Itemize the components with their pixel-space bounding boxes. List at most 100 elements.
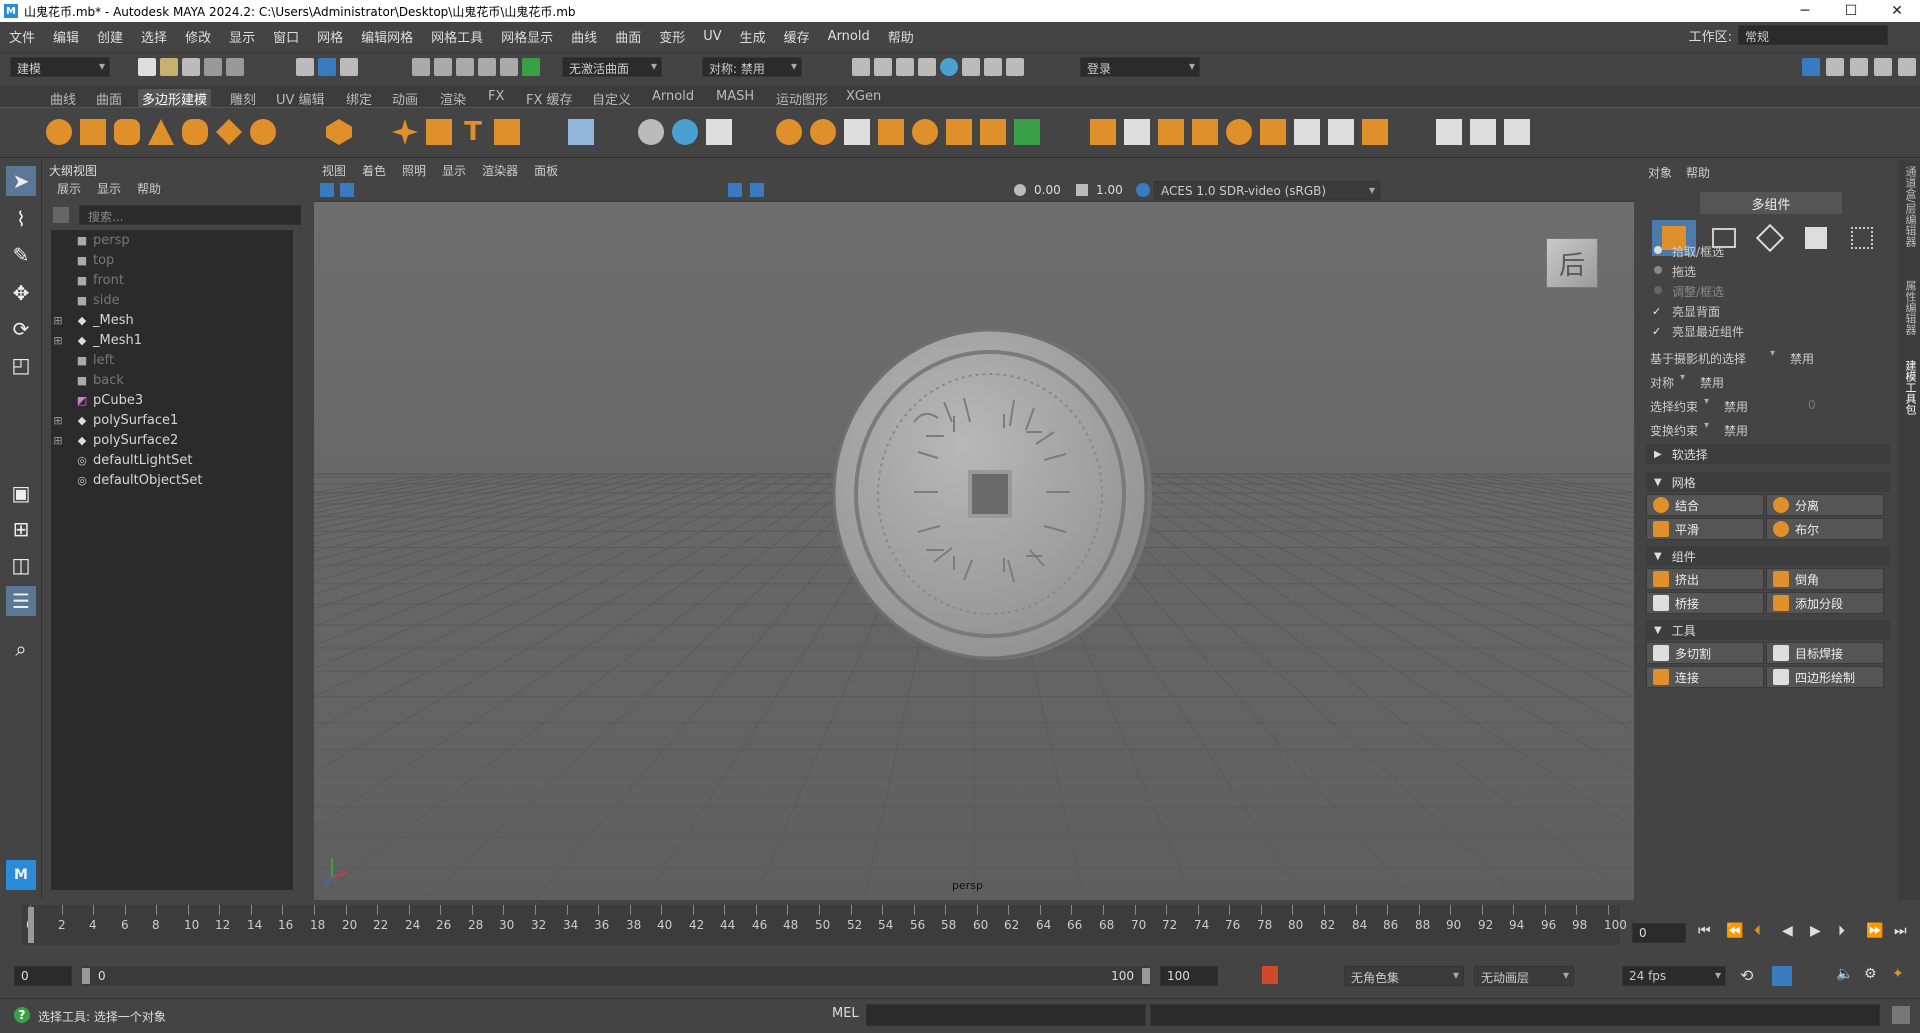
rotate-tool-icon[interactable]: ⟳ <box>6 314 36 344</box>
current-frame-field[interactable]: 0 <box>1632 923 1686 943</box>
close-button[interactable]: ✕ <box>1874 0 1920 22</box>
scale-tool-icon[interactable]: ◰ <box>6 350 36 380</box>
mtk-tab-object[interactable]: 对象 <box>1648 164 1672 181</box>
collapse-icon[interactable] <box>1362 119 1388 145</box>
shelf-tab-sculpting[interactable]: 雕刻 <box>226 89 260 108</box>
menu-file[interactable]: 文件 <box>0 27 44 46</box>
expand-toggle-icon[interactable]: ⊞ <box>51 334 65 347</box>
channel-box-toggle-icon[interactable] <box>1802 58 1820 76</box>
menu-generate[interactable]: 生成 <box>731 27 775 46</box>
outliner-item[interactable]: ■ front <box>51 270 291 290</box>
search-icon[interactable]: ⌕ <box>6 634 36 664</box>
live-surface-field[interactable]: 无激活曲面 <box>562 57 662 77</box>
attribute-editor-toggle-icon[interactable] <box>1826 58 1844 76</box>
range-slider[interactable]: 0 100 <box>82 966 1150 986</box>
outliner-item[interactable]: ■ persp <box>51 230 291 250</box>
menu-windows[interactable]: 窗口 <box>264 27 308 46</box>
shelf-tab-surfaces[interactable]: 曲面 <box>92 89 126 108</box>
animation-end-field[interactable]: 100 <box>1160 966 1218 986</box>
workspace-dropdown[interactable]: 常规 <box>1738 25 1888 45</box>
login-dropdown[interactable]: 登录 <box>1080 57 1200 77</box>
expand-toggle-icon[interactable]: ⊞ <box>51 414 65 427</box>
outliner-item[interactable]: ■ side <box>51 290 291 310</box>
side-tab-channel-box[interactable]: 通道盒/层编辑器 <box>1902 166 1918 247</box>
outliner-menu-display[interactable]: 显示 <box>97 180 121 197</box>
face-mode-button[interactable] <box>1794 220 1838 256</box>
target-weld-button[interactable]: 目标焊接 <box>1766 642 1884 664</box>
type-tool-icon[interactable]: T <box>460 119 486 145</box>
keying-icon[interactable]: ✦ <box>1892 966 1904 982</box>
step-back-key-icon[interactable]: ⏪ <box>1726 923 1743 939</box>
light-editor-icon[interactable] <box>962 58 980 76</box>
reduce-icon[interactable] <box>980 119 1006 145</box>
render-view-icon[interactable] <box>940 58 958 76</box>
exposure-value[interactable]: 0.00 <box>1034 183 1061 199</box>
select-component-icon[interactable] <box>340 58 358 76</box>
render-frame-icon[interactable] <box>852 58 870 76</box>
outliner-item[interactable]: ⊞ ◆ _Mesh <box>51 310 291 330</box>
outliner-layout-icon[interactable]: ☰ <box>6 586 36 616</box>
select-constraint-value[interactable]: 禁用 <box>1724 398 1748 415</box>
camera-attributes-icon[interactable] <box>320 183 334 197</box>
select-constraint-count[interactable]: 0 <box>1808 398 1816 412</box>
shelf-tab-fx[interactable]: FX <box>484 89 508 108</box>
outliner-item[interactable]: ⊞ ◆ _Mesh1 <box>51 330 291 350</box>
outliner-item[interactable]: ⊞ ◆ polySurface1 <box>51 410 291 430</box>
super-shape-icon[interactable] <box>392 119 418 145</box>
boolean-icon[interactable] <box>912 119 938 145</box>
viewport-menu-renderer[interactable]: 渲染器 <box>474 162 526 179</box>
snap-surface-icon[interactable] <box>500 58 518 76</box>
poly-cone-icon[interactable] <box>148 119 174 145</box>
viewport-menu-view[interactable]: 视图 <box>314 162 354 179</box>
undo-icon[interactable] <box>204 58 222 76</box>
color-management-icon[interactable] <box>1136 183 1150 197</box>
poly-plane-icon[interactable] <box>216 119 242 145</box>
mash-icon[interactable] <box>568 119 594 145</box>
range-end-handle[interactable] <box>1142 968 1150 984</box>
select-constraint-arrow-icon[interactable]: ▾ <box>1704 396 1709 407</box>
animation-start-field[interactable]: 0 <box>14 966 72 986</box>
view-transform-dropdown[interactable]: ACES 1.0 SDR-video (sRGB) <box>1154 181 1380 200</box>
modeling-toolkit-toggle-icon[interactable] <box>1874 58 1892 76</box>
shelf-tab-animation[interactable]: 动画 <box>388 89 422 108</box>
select-object-icon[interactable] <box>318 58 336 76</box>
quad-draw-button[interactable]: 四边形绘制 <box>1766 666 1884 688</box>
play-backward-icon[interactable]: ◀ <box>1782 923 1793 939</box>
mtk-tab-help[interactable]: 帮助 <box>1686 164 1710 181</box>
shelf-tab-uv-editing[interactable]: UV 编辑 <box>272 89 329 108</box>
viewport-menu-lighting[interactable]: 照明 <box>394 162 434 179</box>
script-language-label[interactable]: MEL <box>832 1006 859 1021</box>
platonic-solid-icon[interactable] <box>326 119 352 145</box>
shelf-tab-rigging[interactable]: 绑定 <box>342 89 376 108</box>
bridge-button[interactable]: 桥接 <box>1646 592 1764 614</box>
step-back-frame-icon[interactable]: ⏴ <box>1754 923 1761 939</box>
lasso-tool-icon[interactable]: ⌇ <box>6 204 36 234</box>
separate-icon[interactable] <box>810 119 836 145</box>
bevel-icon[interactable] <box>1158 119 1184 145</box>
uv-mode-button[interactable] <box>1840 220 1884 256</box>
step-forward-frame-icon[interactable]: ⏵ <box>1838 923 1845 939</box>
option-pick-marquee-radio[interactable] <box>1654 246 1662 254</box>
fill-hole-icon[interactable] <box>1192 119 1218 145</box>
redo-icon[interactable] <box>226 58 244 76</box>
poly-sphere-icon[interactable] <box>46 119 72 145</box>
playback-options-icon[interactable] <box>1772 966 1792 986</box>
snap-grid-icon[interactable] <box>412 58 430 76</box>
viewport-menu-show[interactable]: 显示 <box>434 162 474 179</box>
lock-icon[interactable] <box>1898 58 1916 76</box>
menu-uv[interactable]: UV <box>694 29 730 44</box>
menu-cache[interactable]: 缓存 <box>775 27 819 46</box>
range-start-handle[interactable] <box>82 968 90 984</box>
svg-tool-icon[interactable] <box>494 119 520 145</box>
wedge-icon[interactable] <box>1260 119 1286 145</box>
symmetry-arrow-icon[interactable]: ▾ <box>1680 372 1685 383</box>
time-ruler[interactable]: 0246810121416182022242628303234363840424… <box>22 905 1627 945</box>
sweep-mesh-icon[interactable] <box>426 119 452 145</box>
snap-view-icon[interactable] <box>478 58 496 76</box>
shelf-tab-arnold[interactable]: Arnold <box>648 89 698 108</box>
menu-arnold[interactable]: Arnold <box>819 29 879 44</box>
extrude-icon[interactable] <box>1090 119 1116 145</box>
outliner-item[interactable]: ■ back <box>51 370 291 390</box>
open-scene-icon[interactable] <box>160 58 178 76</box>
single-view-icon[interactable]: ▣ <box>6 478 36 508</box>
